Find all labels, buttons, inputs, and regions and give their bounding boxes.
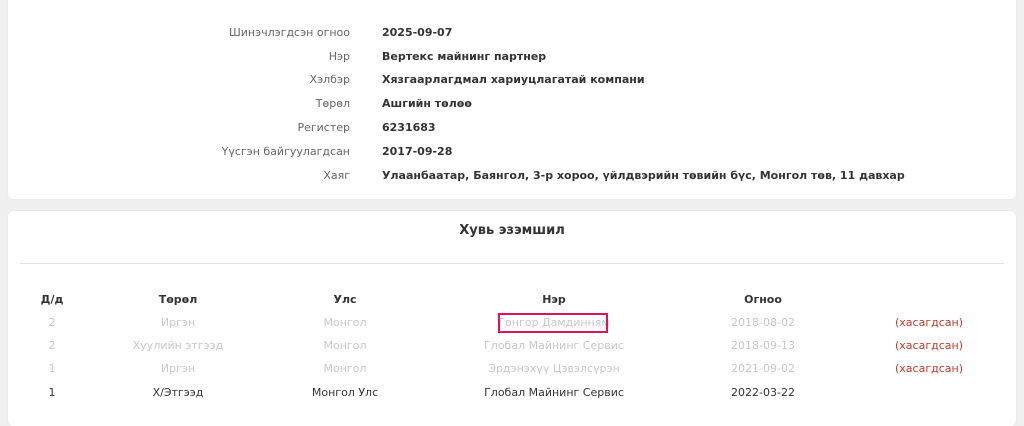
cell-status-removed: (хасагдсан) (895, 339, 963, 352)
cell-country: Монгол (323, 316, 367, 329)
info-label: Үүсгэн байгуулагдсан (221, 145, 350, 158)
table-row: 2 Хуулийн этгээд Монгол Глобал Майнинг С… (8, 336, 1016, 356)
cell-name: Глобал Майнинг Сервис (484, 386, 624, 399)
cell-country: Монгол (323, 362, 367, 375)
cell-date: 2021-09-02 (731, 362, 795, 375)
cell-number: 1 (48, 362, 56, 375)
company-info-card: Шинэчлэгдсэн огноо 2025-09-07 Нэр Вертек… (8, 0, 1016, 199)
info-value: Улаанбаатар, Баянгол, 3-р хороо, үйлдвэр… (382, 169, 905, 182)
table-row: 1 Х/Этгээд Монгол Улс Глобал Майнинг Сер… (8, 383, 1016, 403)
cell-number: 1 (48, 386, 56, 399)
info-label: Хаяг (323, 169, 350, 182)
cell-name: Глобал Майнинг Сервис (484, 339, 624, 352)
cell-date: 2018-09-13 (731, 339, 795, 352)
ownership-card: Хувь эзэмшил Д/д Төрөл Улс Нэр Огноо 2 И… (8, 211, 1016, 426)
cell-type: Хуулийн этгээд (132, 339, 224, 352)
cell-number: 2 (48, 316, 56, 329)
column-header-country: Улс (333, 293, 357, 306)
info-row-address: Хаяг Улаанбаатар, Баянгол, 3-р хороо, үй… (8, 166, 1016, 186)
info-value: 6231683 (382, 121, 436, 134)
column-header-type: Төрөл (158, 293, 198, 306)
cell-name: Эрдэнэхүү Цэвэлсүрэн (488, 362, 620, 375)
info-row-name: Нэр Вертекс майнинг партнер (8, 47, 1016, 67)
info-label: Регистер (297, 121, 350, 134)
cell-type: Иргэн (160, 316, 196, 329)
info-value: Хязгаарлагдмал хариуцлагатай компани (382, 73, 645, 86)
cell-country: Монгол (323, 339, 367, 352)
info-row-register: Регистер 6231683 (8, 118, 1016, 138)
cell-type: Х/Этгээд (152, 386, 204, 399)
info-row-updated-date: Шинэчлэгдсэн огноо 2025-09-07 (8, 23, 1016, 43)
highlight-box (498, 313, 608, 333)
cell-number: 2 (48, 339, 56, 352)
info-value: 2025-09-07 (382, 26, 453, 39)
info-value: Ашгийн төлөө (382, 97, 472, 110)
column-header-name: Нэр (542, 293, 566, 306)
cell-status-removed: (хасагдсан) (895, 362, 963, 375)
info-row-form: Хэлбэр Хязгаарлагдмал хариуцлагатай комп… (8, 70, 1016, 90)
cell-type: Иргэн (160, 362, 196, 375)
cell-date: 2022-03-22 (731, 386, 795, 399)
info-label: Хэлбэр (309, 73, 350, 86)
cell-date: 2018-08-02 (731, 316, 795, 329)
info-row-type: Төрөл Ашгийн төлөө (8, 94, 1016, 114)
cell-status-removed: (хасагдсан) (895, 316, 963, 329)
section-divider (20, 263, 1004, 264)
column-header-number: Д/д (40, 293, 64, 306)
section-title: Хувь эзэмшил (459, 223, 565, 238)
info-value: 2017-09-28 (382, 145, 453, 158)
info-label: Шинэчлэгдсэн огноо (228, 26, 350, 39)
table-row: 1 Иргэн Монгол Эрдэнэхүү Цэвэлсүрэн 2021… (8, 359, 1016, 379)
info-row-founded: Үүсгэн байгуулагдсан 2017-09-28 (8, 142, 1016, 162)
info-value: Вертекс майнинг партнер (382, 50, 547, 63)
column-header-date: Огноо (744, 293, 782, 306)
cell-country: Монгол Улс (311, 386, 379, 399)
info-label: Нэр (328, 50, 350, 63)
info-label: Төрөл (315, 97, 350, 110)
